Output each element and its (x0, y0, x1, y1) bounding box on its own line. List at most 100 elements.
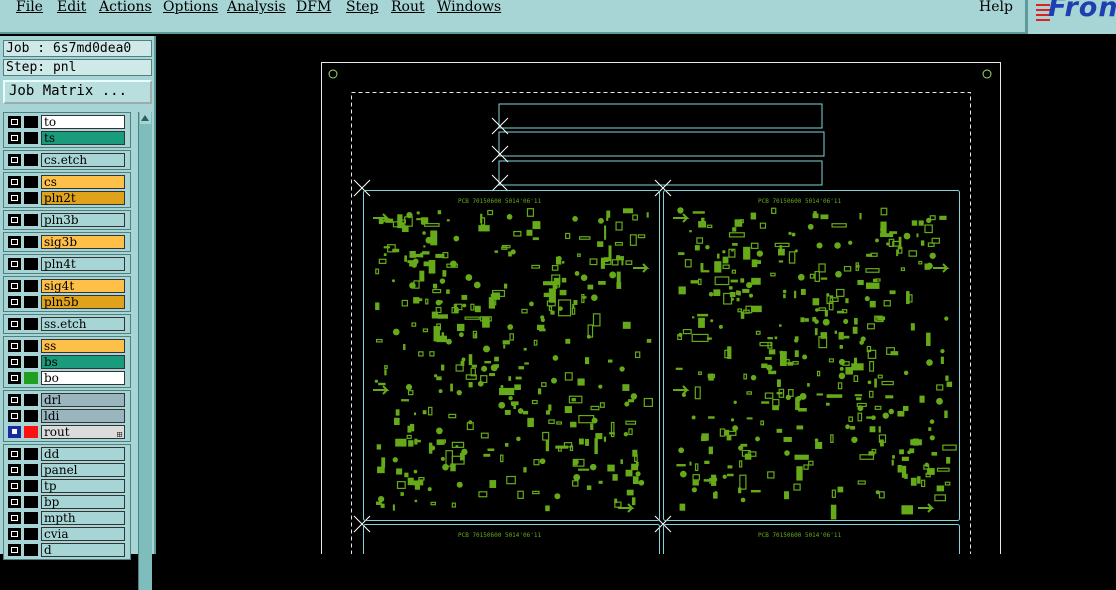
layer-checkbox[interactable] (8, 214, 21, 226)
layer-color-swatch[interactable] (24, 496, 38, 508)
layer-color-swatch[interactable] (24, 318, 38, 330)
layer-checkbox[interactable] (8, 512, 21, 524)
layer-row-ss[interactable]: ss (4, 338, 130, 354)
layer-row-drl[interactable]: drl (4, 392, 130, 408)
layer-name[interactable]: pln4t (41, 257, 125, 271)
layer-color-swatch[interactable] (24, 192, 38, 204)
layer-list-scrollbar[interactable] (138, 112, 152, 590)
layer-checkbox[interactable] (8, 480, 21, 492)
layer-color-swatch[interactable] (24, 372, 38, 384)
menu-dfm[interactable]: DFM (296, 0, 331, 15)
layer-row-sig3b[interactable]: sig3b (4, 234, 130, 250)
layer-row-sig4t[interactable]: sig4t (4, 278, 130, 294)
layer-name[interactable]: dd (41, 447, 125, 461)
layer-name[interactable]: panel (41, 463, 125, 477)
layer-row-bs[interactable]: bs (4, 354, 130, 370)
layer-row-mpth[interactable]: mpth (4, 510, 130, 526)
layer-name[interactable]: ss.etch (41, 317, 125, 331)
layer-name[interactable]: d (41, 543, 125, 557)
layer-checkbox[interactable] (8, 426, 21, 438)
layer-color-swatch[interactable] (24, 356, 38, 368)
layer-row-panel[interactable]: panel (4, 462, 130, 478)
layer-row-tp[interactable]: tp (4, 478, 130, 494)
layer-color-swatch[interactable] (24, 394, 38, 406)
layer-name[interactable]: sig4t (41, 279, 125, 293)
graphics-canvas[interactable]: PCB 70150600 5014'06'11 PCB 70150600 5014… (158, 36, 1116, 554)
layer-color-swatch[interactable] (24, 154, 38, 166)
layer-row-rout[interactable]: rout ⊞ (4, 424, 130, 440)
layer-color-swatch[interactable] (24, 528, 38, 540)
layer-name[interactable]: sig3b (41, 235, 125, 249)
menu-step[interactable]: Step (346, 0, 378, 15)
layer-name[interactable]: pln3b (41, 213, 125, 227)
layer-color-swatch[interactable] (24, 116, 38, 128)
job-matrix-button[interactable]: Job Matrix ... (3, 80, 152, 104)
layer-color-swatch[interactable] (24, 236, 38, 248)
layer-checkbox[interactable] (8, 132, 21, 144)
menu-options[interactable]: Options (163, 0, 218, 15)
layer-name[interactable]: tp (41, 479, 125, 493)
menu-rout[interactable]: Rout (391, 0, 425, 15)
layer-checkbox[interactable] (8, 258, 21, 270)
layer-checkbox[interactable] (8, 356, 21, 368)
layer-checkbox[interactable] (8, 296, 21, 308)
layer-row-cvia[interactable]: cvia (4, 526, 130, 542)
layer-row-cs-etch[interactable]: cs.etch (4, 152, 130, 168)
menu-actions[interactable]: Actions (99, 0, 152, 15)
layer-checkbox[interactable] (8, 496, 21, 508)
layer-name[interactable]: ss (41, 339, 125, 353)
menu-file[interactable]: File (16, 0, 43, 15)
layer-row-pln4t[interactable]: pln4t (4, 256, 130, 272)
layer-color-swatch[interactable] (24, 280, 38, 292)
layer-row-dd[interactable]: dd (4, 446, 130, 462)
layer-color-swatch[interactable] (24, 176, 38, 188)
layer-row-cs[interactable]: cs (4, 174, 130, 190)
layer-checkbox[interactable] (8, 116, 21, 128)
layer-name[interactable]: bp (41, 495, 125, 509)
layer-color-swatch[interactable] (24, 544, 38, 556)
layer-name[interactable]: cvia (41, 527, 125, 541)
menu-windows[interactable]: Windows (437, 0, 501, 15)
menu-edit[interactable]: Edit (57, 0, 86, 15)
layer-checkbox[interactable] (8, 394, 21, 406)
layer-checkbox[interactable] (8, 544, 21, 556)
layer-checkbox[interactable] (8, 192, 21, 204)
layer-name[interactable]: ldi (41, 409, 125, 423)
layer-row-ss-etch[interactable]: ss.etch (4, 316, 130, 332)
layer-row-d[interactable]: d (4, 542, 130, 558)
layer-checkbox[interactable] (8, 280, 21, 292)
layer-row-bo[interactable]: bo (4, 370, 130, 386)
layer-color-swatch[interactable] (24, 132, 38, 144)
layer-name[interactable]: cs.etch (41, 153, 125, 167)
layer-checkbox[interactable] (8, 176, 21, 188)
layer-checkbox[interactable] (8, 154, 21, 166)
layer-row-ldi[interactable]: ldi (4, 408, 130, 424)
layer-name[interactable]: ts (41, 131, 125, 145)
layer-color-swatch[interactable] (24, 296, 38, 308)
layer-name[interactable]: mpth (41, 511, 125, 525)
layer-name[interactable]: rout ⊞ (41, 425, 125, 439)
layer-name[interactable]: pln2t (41, 191, 125, 205)
layer-name[interactable]: pln5b (41, 295, 125, 309)
layer-row-pln3b[interactable]: pln3b (4, 212, 130, 228)
menu-help[interactable]: Help (979, 0, 1013, 15)
layer-row-pln2t[interactable]: pln2t (4, 190, 130, 206)
layer-row-to[interactable]: to (4, 114, 130, 130)
layer-color-swatch[interactable] (24, 426, 38, 438)
layer-checkbox[interactable] (8, 410, 21, 422)
layer-color-swatch[interactable] (24, 512, 38, 524)
layer-checkbox[interactable] (8, 528, 21, 540)
layer-checkbox[interactable] (8, 340, 21, 352)
layer-name[interactable]: bo (41, 371, 125, 385)
layer-name[interactable]: drl (41, 393, 125, 407)
layer-row-bp[interactable]: bp (4, 494, 130, 510)
layer-checkbox[interactable] (8, 372, 21, 384)
layer-color-swatch[interactable] (24, 410, 38, 422)
menu-analysis[interactable]: Analysis (227, 0, 286, 15)
layer-name[interactable]: bs (41, 355, 125, 369)
layer-checkbox[interactable] (8, 448, 21, 460)
layer-color-swatch[interactable] (24, 464, 38, 476)
layer-checkbox[interactable] (8, 464, 21, 476)
layer-name[interactable]: cs (41, 175, 125, 189)
layer-row-pln5b[interactable]: pln5b (4, 294, 130, 310)
